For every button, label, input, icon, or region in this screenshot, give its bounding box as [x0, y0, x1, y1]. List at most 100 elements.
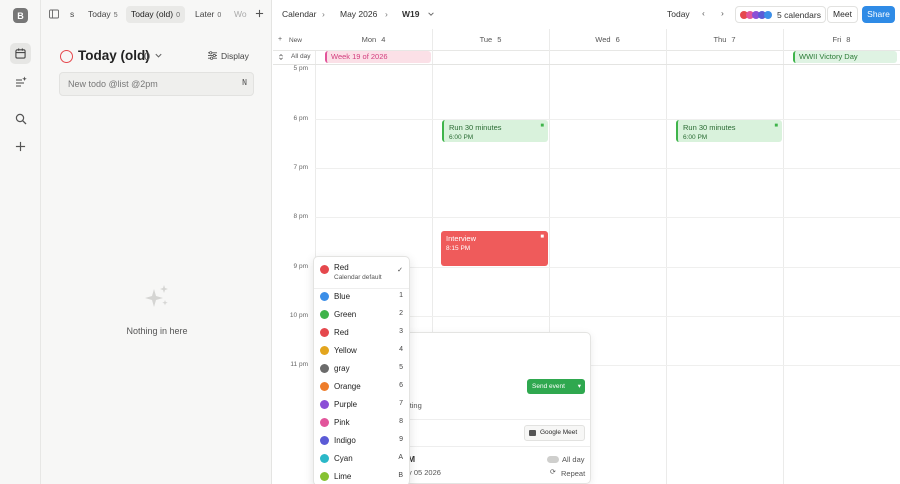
interview-event[interactable]: Interview 8:15 PM ■: [441, 231, 548, 266]
all-day-label: All day: [562, 455, 585, 464]
menu-item-default-color[interactable]: Red Calendar default ✓: [314, 260, 411, 286]
new-todo-placeholder: New todo @list @2pm: [68, 79, 158, 89]
wwii-victory-day-event[interactable]: WWII Victory Day: [793, 51, 897, 63]
day-name: Mon: [361, 35, 377, 44]
week-number-event[interactable]: Week 19 of 2026: [325, 51, 431, 63]
event-title: Run 30 minutes: [449, 123, 502, 132]
shortcut-key: 6: [399, 382, 403, 389]
menu-item-subtitle: Calendar default: [334, 274, 382, 281]
menu-item-cyan[interactable]: Cyan A: [314, 450, 411, 468]
tab-today[interactable]: Today 5: [83, 6, 123, 23]
list-color-circle[interactable]: [60, 50, 73, 63]
divider: [401, 446, 590, 447]
grid-line: [666, 29, 667, 484]
day-name: Tue: [479, 35, 493, 44]
color-dot: [320, 400, 329, 409]
tab-work[interactable]: Wo: [229, 6, 252, 23]
all-day-toggle[interactable]: [547, 456, 559, 463]
sparkle-list-icon[interactable]: [10, 71, 31, 92]
send-event-label: Send event: [532, 383, 565, 390]
time-label: 11 pm: [290, 361, 308, 368]
menu-item-label: Green: [334, 310, 357, 319]
day-number: 7: [731, 35, 736, 44]
menu-item-label: Orange: [334, 382, 361, 391]
menu-item-indigo[interactable]: Indigo 9: [314, 432, 411, 450]
color-dot: [320, 454, 329, 463]
menu-item-blue[interactable]: Blue 1: [314, 288, 411, 306]
prev-week-icon[interactable]: ‹: [702, 8, 705, 18]
add-tab-icon[interactable]: [255, 9, 265, 19]
event-title: Run 30 minutes: [683, 123, 736, 132]
menu-item-label: Red: [334, 263, 349, 272]
calendars-button[interactable]: 5 calendars: [735, 6, 826, 23]
menu-item-yellow[interactable]: Yellow 4: [314, 342, 411, 360]
all-day-label: All day: [291, 53, 311, 60]
google-meet-button[interactable]: Google Meet: [524, 425, 585, 441]
next-week-icon[interactable]: ›: [721, 8, 724, 18]
run-event-thu[interactable]: Run 30 minutes 6:00 PM ■: [676, 120, 782, 142]
lock-icon: ■: [540, 234, 544, 240]
menu-item-green[interactable]: Green 2: [314, 306, 411, 324]
color-dot: [320, 328, 329, 337]
sparkles-icon: [143, 283, 171, 311]
menu-item-label: Red: [334, 328, 349, 337]
chevron-down-icon: ▾: [577, 383, 581, 390]
menu-item-red[interactable]: Red 3: [314, 324, 411, 342]
chevron-down-icon[interactable]: [154, 51, 164, 61]
day-header-wed: Wed 6: [549, 35, 666, 44]
run-event-tue[interactable]: Run 30 minutes 6:00 PM ■: [442, 120, 548, 142]
shortcut-key: 7: [399, 400, 403, 407]
event-popover: Send event ▾ iting Google Meet M y 05 20…: [400, 332, 591, 484]
add-icon[interactable]: [10, 136, 31, 157]
menu-item-gray[interactable]: gray 5: [314, 360, 411, 378]
tab-today-old[interactable]: Today (old) 0: [126, 6, 185, 23]
send-event-button[interactable]: Send event ▾: [527, 379, 585, 394]
day-number: 8: [846, 35, 851, 44]
menu-item-lime[interactable]: Lime B: [314, 468, 411, 484]
day-number: 5: [497, 35, 502, 44]
calendar-day-header: + New Mon 4 Tue 5 Wed 6 Thu 7 Fri 8: [273, 29, 900, 51]
tab-later[interactable]: Later 0: [190, 6, 226, 23]
share-button[interactable]: Share: [862, 6, 895, 23]
app-logo[interactable]: B: [13, 8, 28, 23]
shortcut-key: 9: [399, 436, 403, 443]
chevron-down-icon[interactable]: [427, 10, 435, 20]
breadcrumb-chevron-icon: ›: [322, 9, 325, 19]
day-header-tue: Tue 5: [432, 35, 549, 44]
repeat-button[interactable]: Repeat: [561, 469, 585, 478]
color-dot: [320, 364, 329, 373]
week-label[interactable]: W19: [402, 9, 419, 19]
display-button[interactable]: Display: [221, 51, 249, 61]
menu-item-pink[interactable]: Pink 8: [314, 414, 411, 432]
color-dot: [320, 418, 329, 427]
calendar-label[interactable]: Calendar: [282, 9, 317, 19]
color-dot: [320, 472, 329, 481]
tab-count: 0: [217, 12, 222, 19]
grid-line: [783, 29, 784, 484]
month-label[interactable]: May 2026: [340, 9, 377, 19]
display-settings-icon[interactable]: [208, 51, 218, 61]
today-button[interactable]: Today: [667, 9, 690, 19]
menu-item-purple[interactable]: Purple 7: [314, 396, 411, 414]
all-day-divider: [273, 64, 900, 65]
calendar-dot: [764, 11, 772, 19]
lock-icon: ■: [540, 123, 544, 129]
color-dot: [320, 265, 329, 274]
menu-item-orange[interactable]: Orange 6: [314, 378, 411, 396]
left-rail: B: [0, 0, 41, 484]
new-event-label[interactable]: New: [289, 37, 302, 44]
search-icon[interactable]: [10, 108, 31, 129]
expand-icon[interactable]: [277, 53, 287, 63]
event-time: 6:00 PM: [449, 134, 474, 141]
menu-item-label: Indigo: [334, 436, 356, 445]
empty-state-text: Nothing in here: [126, 326, 188, 336]
calendar-nav-icon[interactable]: [10, 43, 31, 64]
google-meet-label: Google Meet: [540, 429, 578, 436]
menu-item-label: Purple: [334, 400, 358, 409]
shortcut-key: 2: [399, 310, 403, 317]
hour-line: [315, 217, 900, 218]
meet-button[interactable]: Meet: [827, 6, 858, 23]
new-todo-field[interactable]: New todo @list @2pm N: [59, 72, 254, 96]
tab-prev-list[interactable]: s: [65, 6, 79, 23]
add-icon[interactable]: +: [278, 36, 282, 43]
